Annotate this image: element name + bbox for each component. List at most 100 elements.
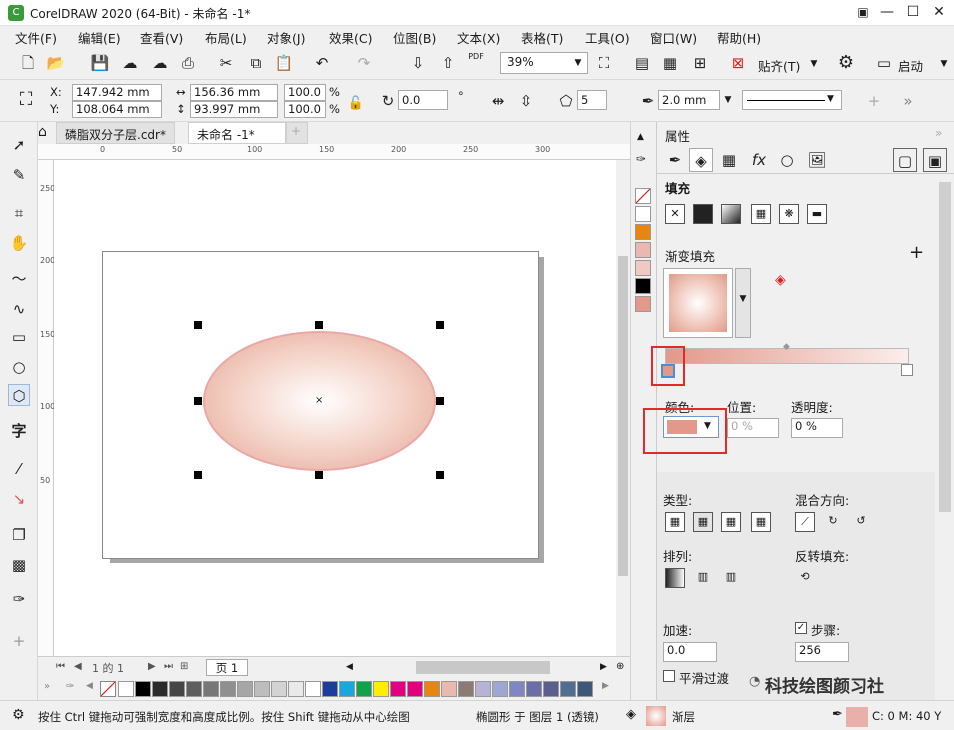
fill-preview-swatch[interactable]	[646, 706, 666, 726]
transparency-tool-icon[interactable]: ▩	[8, 554, 30, 576]
arrange-mirror-icon[interactable]: ▥	[693, 568, 713, 588]
menu-file[interactable]: 文件(F)	[15, 28, 57, 47]
settings-gear-icon[interactable]: ⚙	[12, 707, 25, 723]
palette-swatch[interactable]	[288, 681, 304, 697]
bitmap-pattern-icon[interactable]: ❋	[779, 204, 799, 224]
steps-input[interactable]: 256	[795, 642, 849, 662]
outline-color-swatch[interactable]	[846, 707, 868, 727]
zoom-dropdown-arrow-icon[interactable]: ▼	[570, 53, 586, 73]
rectangular-type-icon[interactable]: ▦	[751, 512, 771, 532]
arrange-repeat-icon[interactable]: ▥	[721, 568, 741, 588]
transparency-input[interactable]: 0 %	[791, 418, 843, 438]
selection-handle[interactable]	[194, 471, 202, 479]
print-icon[interactable]: ⎙	[176, 51, 200, 75]
artistic-media-icon[interactable]: ∿	[8, 298, 30, 320]
y-position-input[interactable]: 108.064 mm	[72, 101, 162, 118]
gradient-preset-dropdown-icon[interactable]: ▼	[735, 268, 751, 338]
end-color-stop[interactable]	[901, 364, 913, 376]
lock-ratio-icon[interactable]: 🔓	[344, 92, 368, 116]
no-color-swatch[interactable]	[635, 188, 651, 204]
fountain-fill-icon[interactable]	[721, 204, 741, 224]
palette-swatch[interactable]	[577, 681, 593, 697]
acceleration-input[interactable]: 0.0	[663, 642, 717, 662]
palette-swatch[interactable]	[356, 681, 372, 697]
gradient-preview[interactable]	[663, 268, 733, 338]
text-tool-icon[interactable]: 字	[8, 420, 30, 442]
scale-height-input[interactable]: 100.0	[284, 101, 326, 118]
show-guidelines-icon[interactable]: ⊞	[688, 51, 712, 75]
home-icon[interactable]: ⌂	[38, 124, 47, 140]
snap-to-button[interactable]: 贴齐(T)	[758, 56, 800, 75]
add-tool-icon[interactable]: +	[8, 630, 30, 652]
selection-handle[interactable]	[436, 471, 444, 479]
palette-up-icon[interactable]: ▲	[637, 132, 644, 142]
palette-swatch[interactable]	[526, 681, 542, 697]
redo-icon[interactable]: ↷	[352, 51, 376, 75]
drop-shadow-icon[interactable]: ❐	[8, 524, 30, 546]
undo-icon[interactable]: ↶	[310, 51, 334, 75]
ellipse-tool-icon[interactable]: ○	[8, 356, 30, 378]
palette-scroll-right-icon[interactable]: ▶	[602, 681, 609, 691]
palette-swatch[interactable]	[254, 681, 270, 697]
launch-button[interactable]: 启动	[898, 56, 923, 75]
uniform-fill-icon[interactable]	[693, 204, 713, 224]
no-color-swatch[interactable]	[100, 681, 116, 697]
freehand-tool-icon[interactable]: 〜	[8, 268, 30, 290]
scale-width-input[interactable]: 100.0	[284, 84, 326, 101]
last-page-icon[interactable]: ⏭	[164, 661, 173, 672]
outline-pen-icon[interactable]: ✒	[663, 148, 687, 172]
more-options-icon[interactable]: »	[896, 89, 920, 113]
export-icon[interactable]: ⇧	[436, 51, 460, 75]
page-settings-icon[interactable]: ▣	[923, 148, 947, 172]
eyedropper-icon[interactable]: ✑	[66, 681, 74, 692]
tab-untitled[interactable]: 未命名 -1*	[188, 122, 286, 144]
show-rulers-icon[interactable]: ▤	[630, 51, 654, 75]
prev-page-icon[interactable]: ◀	[74, 661, 82, 672]
paste-icon[interactable]: 📋	[272, 51, 296, 75]
width-input[interactable]: 156.36 mm	[190, 84, 278, 101]
smooth-transition-checkbox[interactable]	[663, 670, 675, 682]
palette-swatch[interactable]	[458, 681, 474, 697]
save-icon[interactable]: 💾	[88, 51, 112, 75]
palette-menu-icon[interactable]: »	[44, 681, 50, 692]
scroll-left-icon[interactable]: ◀	[346, 662, 353, 672]
palette-swatch[interactable]	[635, 206, 651, 222]
eyedropper-tool-icon[interactable]: ✑	[8, 588, 30, 610]
menu-view[interactable]: 查看(V)	[140, 28, 183, 47]
palette-swatch[interactable]	[169, 681, 185, 697]
menu-layout[interactable]: 布局(L)	[205, 28, 247, 47]
palette-swatch[interactable]	[339, 681, 355, 697]
cloud-upload-icon[interactable]: ☁	[148, 51, 172, 75]
palette-swatch[interactable]	[237, 681, 253, 697]
pan-tool-icon[interactable]: ✋	[8, 232, 30, 254]
palette-swatch[interactable]	[424, 681, 440, 697]
menu-window[interactable]: 窗口(W)	[650, 28, 697, 47]
shape-tool-icon[interactable]: ✎	[8, 164, 30, 186]
panel-collapse-icon[interactable]: »	[935, 126, 942, 140]
palette-swatch[interactable]	[407, 681, 423, 697]
palette-swatch[interactable]	[635, 278, 651, 294]
bitmap-icon[interactable]: 🖼	[805, 148, 829, 172]
menu-table[interactable]: 表格(T)	[521, 28, 563, 47]
rotation-input[interactable]: 0.0	[398, 90, 448, 110]
cloud-download-icon[interactable]: ☁	[118, 51, 142, 75]
no-fill-icon[interactable]: ✕	[665, 204, 685, 224]
vector-pattern-icon[interactable]: ▦	[751, 204, 771, 224]
selection-handle[interactable]	[194, 397, 202, 405]
full-screen-icon[interactable]: ⛶	[592, 51, 616, 75]
palette-swatch[interactable]	[118, 681, 134, 697]
palette-swatch[interactable]	[441, 681, 457, 697]
palette-swatch[interactable]	[135, 681, 151, 697]
launch-icon[interactable]: ▭	[872, 51, 896, 75]
open-icon[interactable]: 📂	[44, 51, 68, 75]
height-input[interactable]: 93.997 mm	[190, 101, 278, 118]
add-page-icon[interactable]: ⊞	[180, 661, 188, 672]
palette-swatch[interactable]	[322, 681, 338, 697]
outline-width-arrow-icon[interactable]: ▼	[720, 90, 736, 110]
color-picker[interactable]: ▼	[663, 416, 719, 438]
scroll-right-icon[interactable]: ▶	[600, 662, 607, 672]
palette-scroll-left-icon[interactable]: ◀	[86, 681, 93, 691]
palette-swatch[interactable]	[475, 681, 491, 697]
palette-swatch[interactable]	[271, 681, 287, 697]
cut-icon[interactable]: ✂	[214, 51, 238, 75]
